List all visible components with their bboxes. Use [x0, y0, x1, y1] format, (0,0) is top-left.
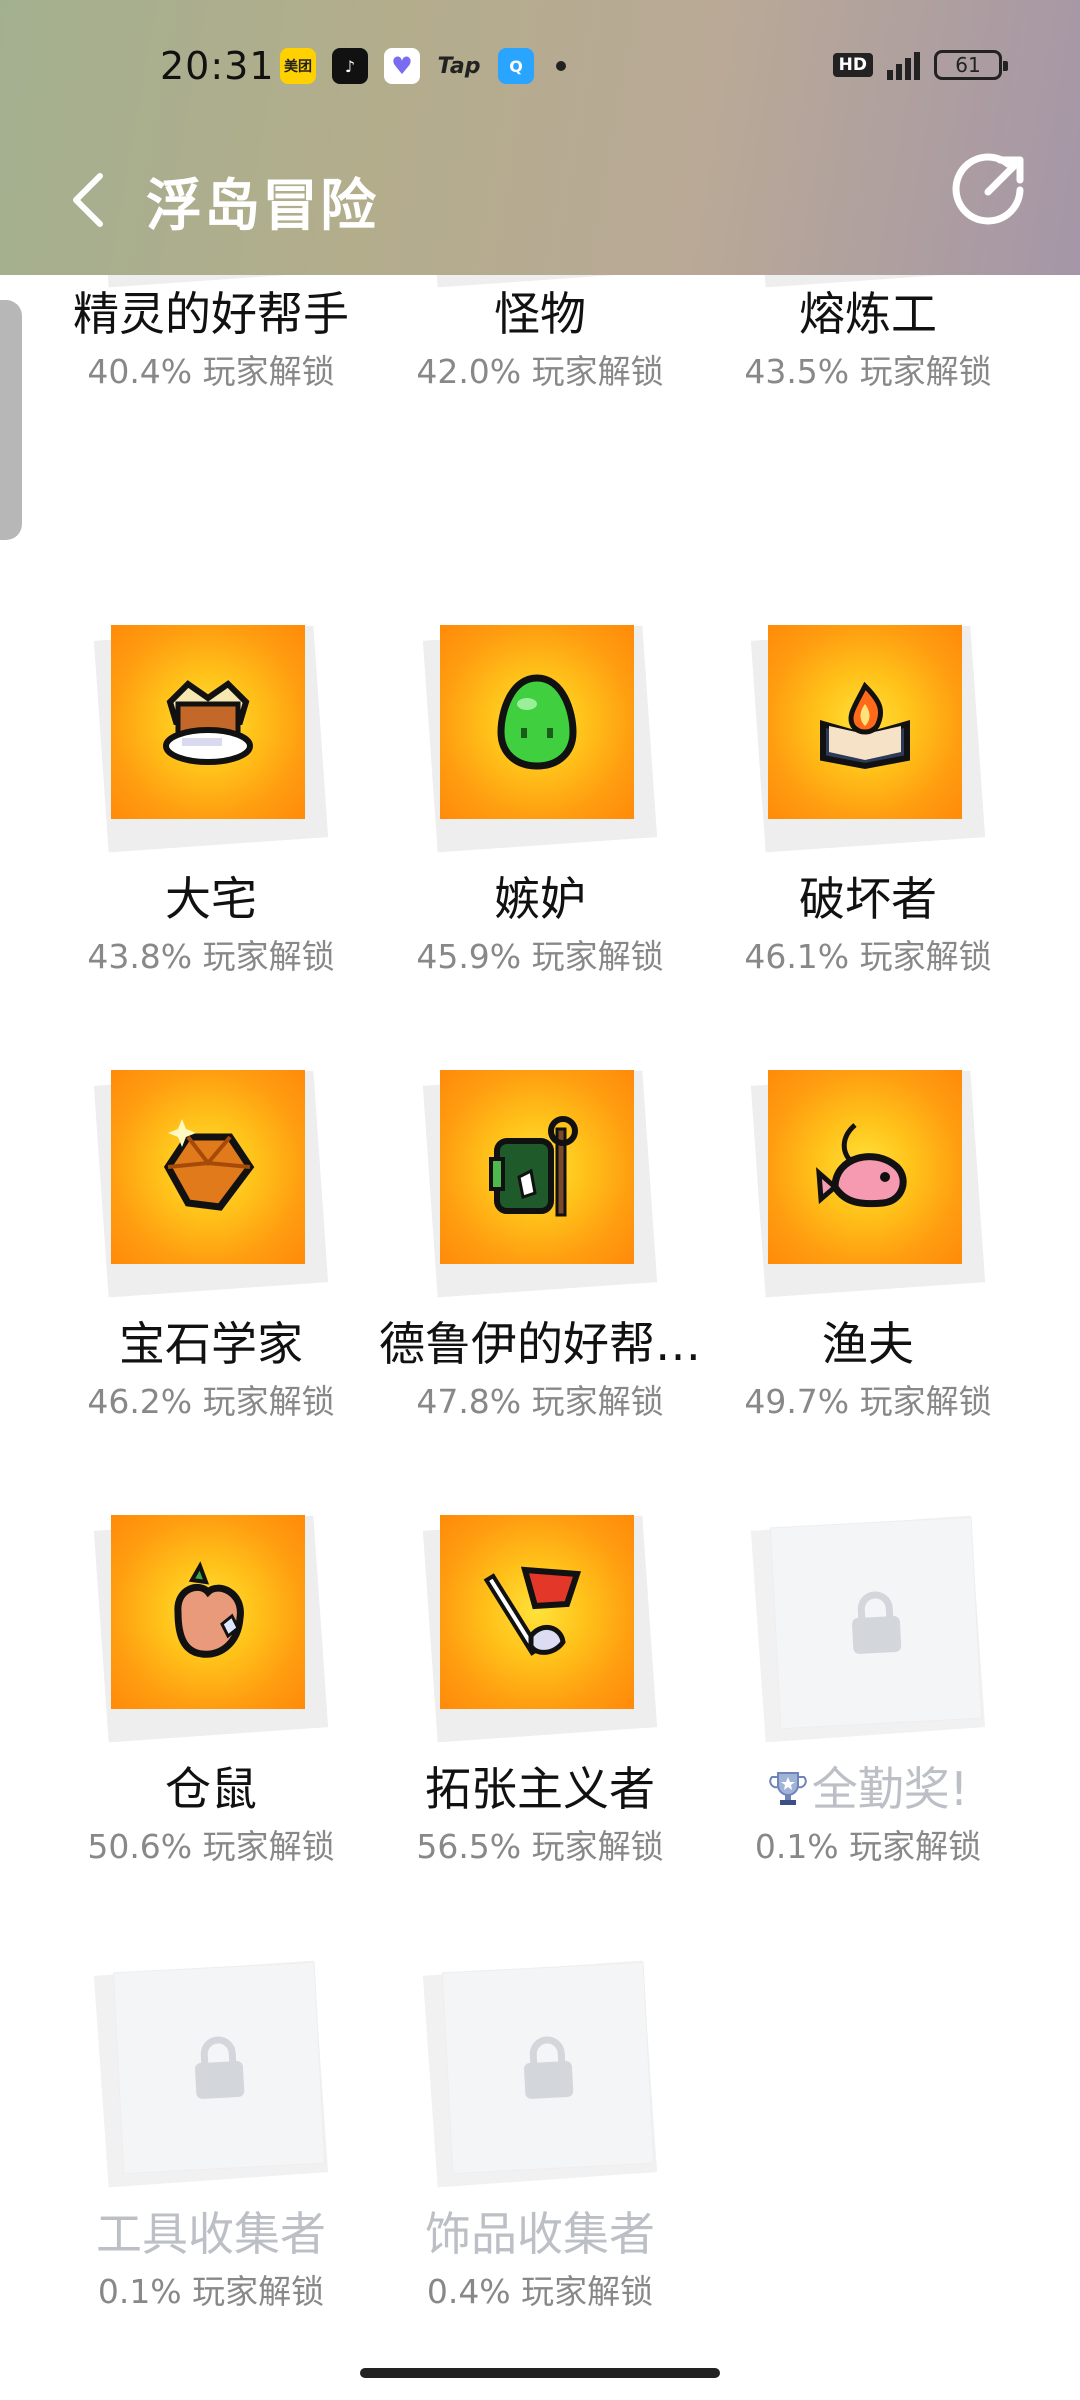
druid-staff-icon: [440, 1070, 634, 1264]
badge-frame: [748, 625, 988, 855]
card-title: 宝石学家: [119, 1317, 303, 1371]
card-title: 破坏者: [799, 872, 937, 926]
burning-book-icon: [768, 625, 962, 819]
card-title-text: 全勤奖!: [811, 1762, 969, 1816]
mansion-bricks-icon: [111, 625, 305, 819]
card-title: 全勤奖!: [703, 1753, 1033, 1819]
battery-level: 61: [955, 53, 981, 77]
card-unlock-rate: 0.1% 玩家解锁: [97, 2272, 325, 2311]
sack-icon: [111, 1515, 305, 1709]
lock-icon: [442, 1962, 654, 2174]
page-title: 浮岛冒险: [146, 174, 378, 239]
card-unlock-rate: 43.8% 玩家解锁: [87, 937, 335, 976]
tiktok-icon: ♪: [332, 48, 368, 84]
card-title: 精灵的好帮手: [73, 287, 349, 341]
achievement-card-locked[interactable]: 工具收集者 0.1% 玩家解锁: [46, 1960, 376, 2400]
card-unlock-rate: 56.5% 玩家解锁: [416, 1827, 664, 1866]
flag-icon: [440, 1515, 634, 1709]
hd-badge: HD: [832, 53, 873, 77]
achievement-card[interactable]: 拓张主义者 56.5% 玩家解锁: [375, 1515, 705, 1960]
achievement-card[interactable]: 大宅 43.8% 玩家解锁: [46, 625, 376, 1070]
home-indicator[interactable]: [360, 2368, 720, 2378]
card-unlock-rate: 49.7% 玩家解锁: [744, 1382, 992, 1421]
side-drawer-handle[interactable]: [0, 300, 22, 540]
lock-icon: [770, 1517, 982, 1729]
achievement-card[interactable]: 破坏者 46.1% 玩家解锁: [703, 625, 1033, 1070]
green-slime-icon: [440, 625, 634, 819]
badge-frame: [91, 625, 331, 855]
badge-frame: [748, 1515, 988, 1745]
card-title: 德鲁伊的好帮…: [379, 1317, 701, 1371]
share-icon: [952, 153, 1024, 225]
trophy-icon: [769, 1772, 807, 1805]
badge-frame: [91, 1070, 331, 1300]
nav-bar: 浮岛冒险: [0, 136, 1080, 275]
fish-icon: [768, 1070, 962, 1264]
card-unlock-rate: 0.4% 玩家解锁: [426, 2272, 654, 2311]
achievement-card[interactable]: 嫉妒 45.9% 玩家解锁: [375, 625, 705, 1070]
achievement-card[interactable]: 德鲁伊的好帮… 47.8% 玩家解锁: [375, 1070, 705, 1515]
card-unlock-rate: 50.6% 玩家解锁: [87, 1827, 335, 1866]
badge-frame: [420, 1960, 660, 2190]
card-unlock-rate: 45.9% 玩家解锁: [416, 937, 664, 976]
card-title: 饰品收集者: [425, 2207, 655, 2261]
achievement-card[interactable]: 仓鼠 50.6% 玩家解锁: [46, 1515, 376, 1960]
share-button[interactable]: [950, 150, 1030, 230]
signal-icon: [887, 50, 920, 80]
card-title: 仓鼠: [165, 1762, 257, 1816]
badge-frame: [420, 1515, 660, 1745]
heart-app-icon: ♥: [384, 48, 420, 84]
badge-frame: [420, 1070, 660, 1300]
badge-frame: [420, 625, 660, 855]
notification-icons: 美团 ♪ ♥ Tap Q: [280, 48, 566, 84]
back-arrow-icon: [73, 173, 103, 227]
card-unlock-rate: 40.4% 玩家解锁: [87, 352, 335, 391]
card-title: 熔炼工: [799, 287, 937, 341]
card-unlock-rate: 47.8% 玩家解锁: [416, 1382, 664, 1421]
card-unlock-rate: 46.2% 玩家解锁: [87, 1382, 335, 1421]
gem-icon: [111, 1070, 305, 1264]
badge-frame: [748, 1070, 988, 1300]
header: 20:31 美团 ♪ ♥ Tap Q HD 61 浮岛冒险: [0, 0, 1080, 275]
lock-icon: [113, 1962, 325, 2174]
tap-icon: Tap: [437, 53, 481, 79]
card-unlock-rate: 43.5% 玩家解锁: [744, 352, 992, 391]
meituan-icon: 美团: [280, 48, 316, 84]
card-unlock-rate: 42.0% 玩家解锁: [416, 352, 664, 391]
card-title: 渔夫: [822, 1317, 914, 1371]
status-right: HD 61: [832, 50, 1008, 80]
card-title: 嫉妒: [494, 872, 586, 926]
achievement-card-locked[interactable]: 全勤奖! 0.1% 玩家解锁: [703, 1515, 1033, 1960]
card-title: 大宅: [165, 872, 257, 926]
search-app-icon: Q: [498, 48, 534, 84]
card-unlock-rate: 0.1% 玩家解锁: [754, 1827, 982, 1866]
achievement-card[interactable]: 渔夫 49.7% 玩家解锁: [703, 1070, 1033, 1515]
battery-icon: 61: [934, 50, 1008, 80]
status-bar: 20:31 美团 ♪ ♥ Tap Q HD 61: [0, 0, 1080, 136]
badge-frame: [91, 1515, 331, 1745]
more-notifications-dot: [556, 61, 566, 71]
back-button[interactable]: [62, 160, 114, 240]
card-title: 怪物: [494, 287, 586, 341]
badge-frame: [91, 1960, 331, 2190]
achievement-card[interactable]: 宝石学家 46.2% 玩家解锁: [46, 1070, 376, 1515]
status-time: 20:31: [160, 44, 275, 88]
achievement-card-locked[interactable]: 饰品收集者 0.4% 玩家解锁: [375, 1960, 705, 2400]
card-title: 拓张主义者: [425, 1762, 655, 1816]
card-title: 工具收集者: [96, 2207, 326, 2261]
card-unlock-rate: 46.1% 玩家解锁: [744, 937, 992, 976]
